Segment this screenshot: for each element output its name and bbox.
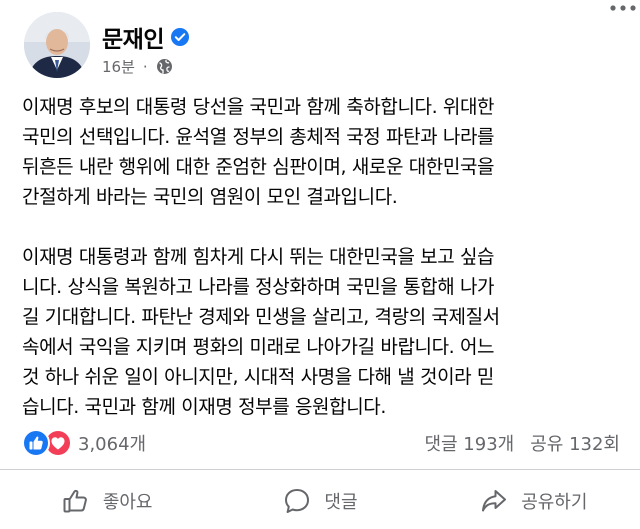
post-body-line: 간절하게 바라는 국민의 염원이 모인 결과입니다.	[22, 186, 398, 208]
comment-count[interactable]: 댓글 193개	[424, 430, 514, 456]
post-header: 문재인 16분 ·	[24, 5, 640, 80]
facebook-post: 문재인 16분 · 이재명 후보의 대통령 당선을 국민과 함께 축하합니다. …	[0, 0, 640, 529]
more-options-icon[interactable]	[606, 0, 640, 20]
share-icon	[482, 490, 507, 512]
reaction-summary-left[interactable]: 3,064개	[22, 429, 146, 457]
like-button[interactable]: 좋아요	[0, 476, 213, 526]
post-body-line: 습니다. 국민과 함께 이재명 정부를 응원합니다.	[22, 396, 386, 418]
author-row: 문재인	[102, 20, 190, 54]
divider	[0, 469, 640, 470]
post-body-line: 이재명 후보의 대통령 당선을 국민과 함께 축하합니다. 위대한	[22, 96, 495, 118]
share-label: 공유하기	[521, 492, 588, 513]
share-button[interactable]: 공유하기	[427, 476, 640, 526]
post-body-line: 길 기대합니다. 파탄난 경제와 민생을 살리고, 격랑의 국제질서	[22, 306, 500, 328]
like-label: 좋아요	[102, 492, 153, 513]
comment-button[interactable]: 댓글	[213, 476, 426, 526]
post-meta: 16분 ·	[102, 56, 173, 77]
reactions-summary: 3,064개 댓글 193개 공유 132회	[22, 428, 620, 458]
post-body-line: 이재명 대통령과 함께 힘차게 다시 뛰는 대한민국을 보고 싶습	[22, 246, 495, 268]
reaction-count[interactable]: 3,064개	[78, 430, 146, 456]
post-body-line: 니다. 상식을 복원하고 나라를 정상화하며 국민을 통합해 나가	[22, 276, 495, 298]
thumbs-up-icon	[63, 489, 87, 513]
post-timestamp[interactable]: 16분	[102, 56, 135, 77]
post-body: 이재명 후보의 대통령 당선을 국민과 함께 축하합니다. 위대한 국민의 선택…	[22, 92, 622, 422]
post-body-line: 것 하나 쉬운 일이 아니지만, 시대적 사명을 다해 낼 것이라 믿	[22, 366, 494, 388]
avatar-image	[24, 12, 90, 78]
post-body-line: 속에서 국익을 지키며 평화의 미래로 나아가길 바랍니다. 어느	[22, 336, 495, 358]
comment-icon	[285, 489, 310, 513]
engagement-stats: 댓글 193개 공유 132회	[424, 430, 620, 456]
author-name[interactable]: 문재인	[102, 20, 164, 54]
post-actions: 좋아요 댓글 공유하기	[0, 476, 640, 526]
post-body-line: 국민의 선택입니다. 윤석열 정부의 총체적 국정 파탄과 나라를	[22, 126, 495, 148]
avatar[interactable]	[24, 12, 90, 78]
post-body-line: 뒤흔든 내란 행위에 대한 준엄한 심판이며, 새로운 대한민국을	[22, 156, 495, 178]
reaction-icons	[22, 429, 74, 457]
meta-separator: ·	[142, 57, 148, 76]
like-reaction-icon	[22, 429, 50, 462]
share-count[interactable]: 공유 132회	[530, 430, 620, 456]
comment-label: 댓글	[324, 492, 358, 513]
verified-badge-icon	[170, 27, 190, 47]
globe-icon[interactable]	[156, 58, 173, 75]
